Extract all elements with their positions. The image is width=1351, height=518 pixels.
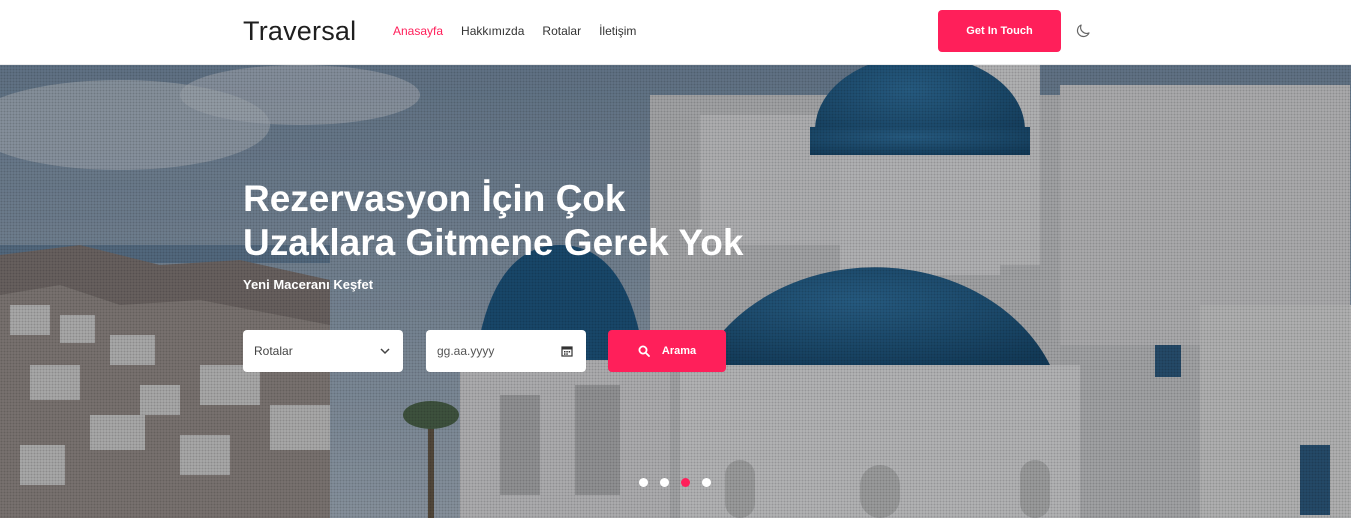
date-input[interactable]: gg.aa.yyyy: [426, 330, 586, 372]
carousel-dot[interactable]: [702, 478, 711, 487]
navbar: Traversal Anasayfa Hakkımızda Rotalar İl…: [0, 0, 1351, 65]
hero-subheadline: Yeni Maceranı Keşfet: [243, 277, 374, 292]
route-select[interactable]: Rotalar: [243, 330, 403, 372]
hero-section: Rezervasyon İçin Çok Uzaklara Gitmene Ge…: [0, 65, 1351, 518]
carousel-dot[interactable]: [639, 478, 648, 487]
hero-headline-line-2: Uzaklara Gitmene Gerek Yok: [243, 222, 744, 263]
hero-headline: Rezervasyon İçin Çok Uzaklara Gitmene Ge…: [243, 177, 843, 265]
route-select-value: Rotalar: [254, 344, 293, 358]
moon-icon[interactable]: [1074, 22, 1092, 40]
nav-link-rotalar[interactable]: Rotalar: [542, 24, 581, 38]
date-input-placeholder: gg.aa.yyyy: [437, 344, 495, 358]
main-nav: Anasayfa Hakkımızda Rotalar İletişim: [393, 24, 654, 38]
hero-headline-line-1: Rezervasyon İçin Çok: [243, 178, 626, 219]
nav-link-anasayfa[interactable]: Anasayfa: [393, 24, 443, 38]
calendar-icon[interactable]: [561, 345, 573, 357]
brand-logo[interactable]: Traversal: [243, 16, 356, 47]
carousel-dot[interactable]: [660, 478, 669, 487]
nav-link-hakkimizda[interactable]: Hakkımızda: [461, 24, 524, 38]
carousel-dot-active[interactable]: [681, 478, 690, 487]
search-button[interactable]: Arama: [608, 330, 726, 372]
nav-link-iletisim[interactable]: İletişim: [599, 24, 636, 38]
search-icon: [638, 345, 650, 357]
carousel-indicators: [639, 478, 711, 487]
chevron-down-icon: [380, 348, 390, 355]
search-button-label: Arama: [661, 345, 697, 357]
get-in-touch-button[interactable]: Get In Touch: [938, 10, 1061, 52]
